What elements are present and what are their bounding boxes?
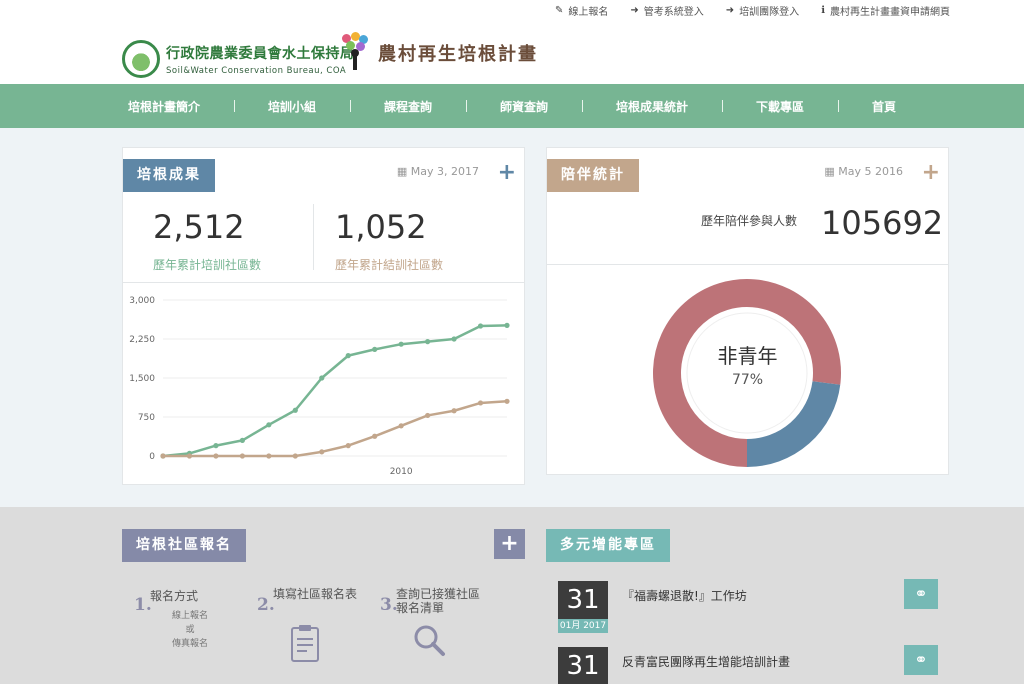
results-panel: 培根成果 ▦ May 3, 2017 + 2,512 歷年累計培訓社區數 1,0…: [122, 147, 525, 485]
nav-item-stats[interactable]: 培根成果統計: [582, 98, 722, 115]
y-tick-label: 1,500: [129, 374, 155, 384]
data-point: [239, 453, 245, 459]
data-point: [504, 322, 510, 328]
companion-label: 歷年陪伴參與人數: [701, 214, 798, 228]
companion-expand-button[interactable]: +: [922, 160, 940, 185]
info-icon: ℹ: [821, 5, 825, 16]
header: ✎ 線上報名 ➜ 管考系統登入 ➜ 培訓團隊登入 ℹ 農村再生計畫畫資申請網頁 行政院農…: [0, 0, 1024, 84]
y-tick-label: 750: [138, 413, 155, 423]
companion-value: 105692: [821, 204, 944, 242]
stat-trained-label: 歷年累計培訓社區數: [153, 258, 262, 272]
signup-expand-button[interactable]: +: [494, 529, 525, 559]
x-tick-label: 2010: [390, 467, 413, 477]
event-date: 31 01月 2017: [558, 581, 608, 633]
data-point: [292, 407, 298, 413]
data-point: [213, 443, 219, 449]
event-date: 31: [558, 647, 608, 684]
data-point: [504, 398, 510, 404]
main-nav: 培根計畫簡介 培訓小組 課程查詢 師資查詢 培根成果統計 下載專區 首頁: [0, 84, 1024, 128]
data-point: [372, 346, 378, 352]
util-link-admin-login[interactable]: ➜ 管考系統登入: [630, 3, 703, 18]
agency-logo[interactable]: 行政院農業委員會水土保持局 Soil&Water Conservation Bu…: [122, 40, 355, 78]
nav-item-downloads[interactable]: 下載專區: [722, 98, 838, 115]
stat-completed-label: 歷年累計結訓社區數: [335, 258, 444, 272]
results-expand-button[interactable]: +: [498, 160, 516, 185]
results-tag: 培根成果: [123, 159, 215, 192]
donut-center-label: 非青年: [717, 344, 778, 368]
companion-date: ▦ May 5 2016: [824, 165, 903, 178]
data-point: [425, 339, 431, 345]
link-icon: ⚭: [914, 584, 928, 603]
nav-item-courses[interactable]: 課程查詢: [349, 98, 466, 115]
data-point: [160, 453, 166, 459]
agency-name: 行政院農業委員會水土保持局: [166, 45, 355, 62]
data-point: [372, 433, 378, 439]
signup-tag: 培根社區報名: [122, 529, 246, 562]
data-point: [425, 412, 431, 419]
pencil-icon: ✎: [555, 5, 564, 16]
nav-item-home[interactable]: 首頁: [838, 98, 930, 115]
data-point: [477, 323, 484, 329]
link-icon: ⚭: [914, 650, 928, 669]
companion-tag: 陪伴統計: [547, 159, 639, 192]
data-point: [186, 453, 193, 459]
donut-center-pct: 77%: [731, 372, 764, 388]
data-point: [345, 353, 351, 359]
data-point: [345, 443, 351, 449]
donut-chart: [653, 279, 841, 467]
y-tick-label: 2,250: [129, 335, 155, 345]
data-point: [477, 400, 484, 406]
data-point: [266, 422, 272, 428]
calendar-icon: ▦: [396, 165, 411, 178]
data-point: [239, 437, 245, 443]
line-chart: 0 750 1,500 2,250 3,000 2010: [129, 296, 510, 477]
login-icon: ➜: [725, 5, 735, 16]
util-link-application[interactable]: ℹ 農村再生計畫畫資申請網頁: [821, 3, 950, 18]
results-date: ▦ May 3, 2017: [396, 165, 479, 178]
util-link-signup[interactable]: ✎ 線上報名: [555, 3, 608, 18]
util-link-team-login[interactable]: ➜ 培訓團隊登入: [726, 3, 799, 18]
series-line: [162, 324, 508, 458]
event-title: 『福壽螺退散!』工作坊: [622, 589, 747, 603]
data-point: [398, 423, 404, 429]
data-point: [398, 341, 404, 347]
stat-trained-value: 2,512: [153, 208, 245, 246]
y-tick-label: 3,000: [129, 296, 155, 306]
utility-links: ✎ 線上報名 ➜ 管考系統登入 ➜ 培訓團隊登入 ℹ 農村再生計畫畫資申請網頁: [555, 3, 950, 18]
nav-item-intro[interactable]: 培根計畫簡介: [94, 98, 234, 115]
event-link-button[interactable]: ⚭: [904, 645, 938, 675]
stat-completed-value: 1,052: [335, 208, 427, 246]
multi-tag: 多元增能專區: [546, 529, 670, 562]
agency-name-en: Soil&Water Conservation Bureau, COA: [166, 65, 347, 76]
event-title: 反青富民團隊再生增能培訓計畫: [622, 655, 791, 669]
data-point: [319, 449, 325, 455]
tree-person-icon: [340, 32, 370, 74]
clipboard-icon: [291, 625, 319, 662]
agency-seal-icon: [122, 40, 160, 78]
search-icon: [414, 625, 445, 656]
companion-panel: 陪伴統計 ▦ May 5 2016 + 歷年陪伴參與人數 105692 非青年 …: [546, 147, 949, 475]
login-icon: ➜: [630, 5, 639, 16]
data-point: [213, 453, 219, 459]
lower-section: 培根社區報名 + 1. 報名方式 線上報名 或 傳真報名 2. 填寫社區報名表 …: [0, 507, 1024, 684]
data-point: [266, 453, 272, 459]
data-point: [319, 375, 325, 381]
event-link-button[interactable]: ⚭: [904, 579, 938, 609]
data-point: [451, 336, 457, 342]
y-tick-label: 0: [149, 452, 155, 462]
nav-item-teachers[interactable]: 師資查詢: [465, 98, 582, 115]
data-point: [292, 453, 298, 459]
program-name: 農村再生培根計畫: [378, 44, 538, 65]
nav-item-team[interactable]: 培訓小組: [233, 98, 350, 115]
calendar-icon: ▦: [824, 165, 839, 178]
stat-divider: [313, 204, 314, 270]
program-logo[interactable]: 農村再生培根計畫: [340, 32, 538, 74]
data-point: [451, 408, 457, 414]
